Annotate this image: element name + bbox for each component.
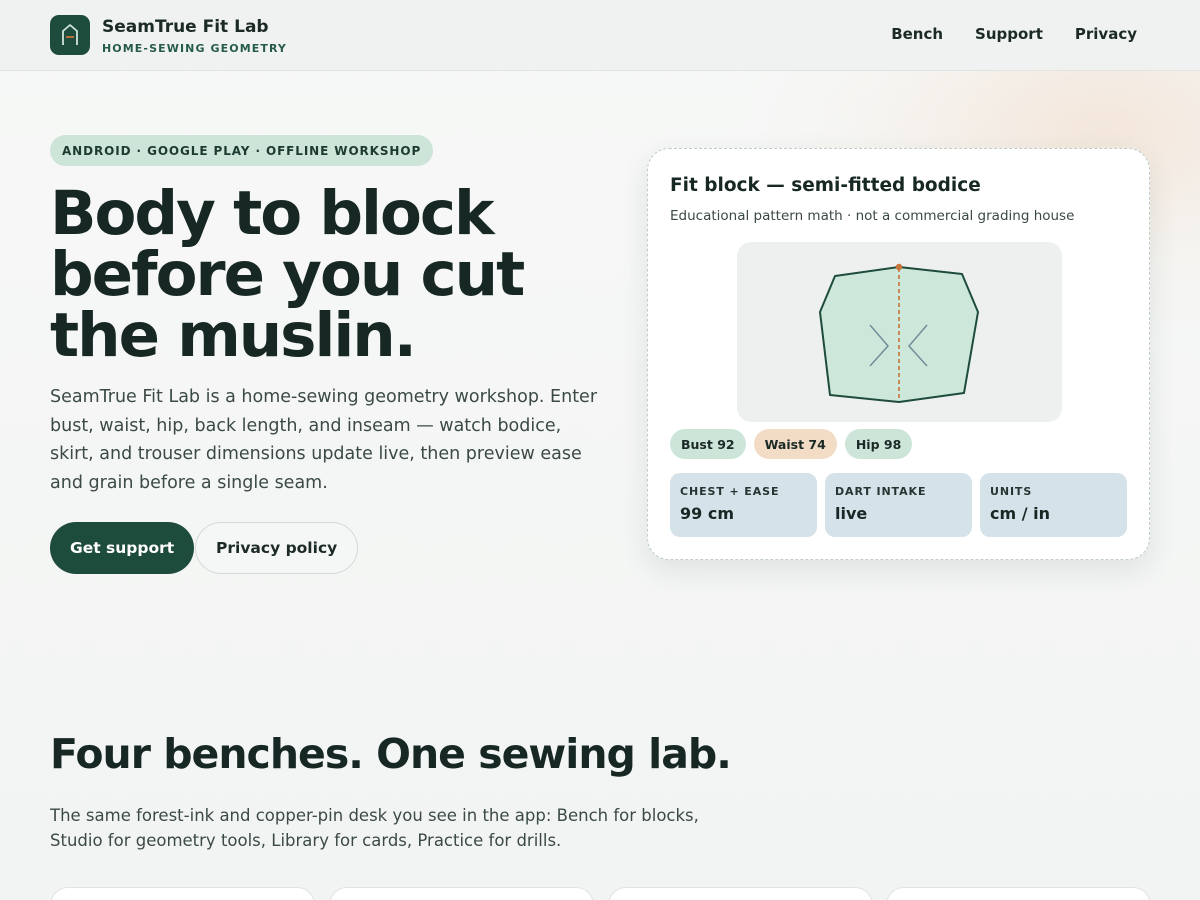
benches-section-title: Four benches. One sewing lab. xyxy=(50,730,732,778)
benches-section-description: The same forest-ink and copper-pin desk … xyxy=(50,806,699,850)
measurement-chip: Hip 98 xyxy=(844,429,913,459)
card-subtitle: Educational pattern math · not a commerc… xyxy=(670,208,1075,224)
fit-block-card: Fit block — semi-fitted bodice Education… xyxy=(647,148,1150,560)
measurement-chip: Waist 74 xyxy=(753,429,837,459)
headline-line: before you cut xyxy=(50,239,525,310)
stat-value: 99 cm xyxy=(680,504,734,523)
bench-card[interactable] xyxy=(608,887,873,900)
nav-link-privacy[interactable]: Privacy xyxy=(1075,25,1137,43)
nav-link-bench[interactable]: Bench xyxy=(891,25,943,43)
brand[interactable]: SeamTrue Fit Lab HOME-SEWING GEOMETRY xyxy=(50,15,287,55)
headline-line: Body to block xyxy=(50,178,495,249)
stat-tiles: CHEST + EASE 99 cm DART INTAKE live UNIT… xyxy=(670,473,1127,537)
top-bar: SeamTrue Fit Lab HOME-SEWING GEOMETRY Be… xyxy=(0,0,1200,71)
main-nav: Bench Support Privacy xyxy=(891,25,1137,43)
stat-tile-dart-intake: DART INTAKE live xyxy=(825,473,972,537)
platform-badge: ANDROID · GOOGLE PLAY · OFFLINE WORKSHOP xyxy=(50,135,434,166)
hero-description: SeamTrue Fit Lab is a home-sewing geomet… xyxy=(50,387,598,493)
stat-tile-units: UNITS cm / in xyxy=(980,473,1127,537)
stat-label: DART INTAKE xyxy=(835,485,927,498)
bench-card[interactable] xyxy=(50,887,315,900)
privacy-policy-button[interactable]: Privacy policy xyxy=(195,522,359,574)
measurement-chips: Bust 92 Waist 74 Hip 98 xyxy=(670,429,913,459)
house-pattern-icon xyxy=(50,15,90,55)
bench-card[interactable] xyxy=(886,887,1151,900)
stat-value: live xyxy=(835,504,868,523)
get-support-button[interactable]: Get support xyxy=(50,522,195,574)
bodice-block-icon xyxy=(819,263,979,403)
stat-tile-chest-ease: CHEST + EASE 99 cm xyxy=(670,473,817,537)
card-title: Fit block — semi-fitted bodice xyxy=(670,175,981,196)
brand-name: SeamTrue Fit Lab xyxy=(102,16,269,37)
stat-label: CHEST + EASE xyxy=(680,485,780,498)
nav-link-support[interactable]: Support xyxy=(975,25,1043,43)
stat-label: UNITS xyxy=(990,485,1033,498)
brand-tagline: HOME-SEWING GEOMETRY xyxy=(102,41,288,55)
stat-value: cm / in xyxy=(990,504,1051,523)
bench-card[interactable] xyxy=(329,887,594,900)
bodice-block-preview xyxy=(737,242,1062,422)
headline-line: the muslin. xyxy=(50,300,417,371)
measurement-chip: Bust 92 xyxy=(670,429,746,459)
hero-headline: Body to block before you cut the muslin. xyxy=(50,183,610,366)
